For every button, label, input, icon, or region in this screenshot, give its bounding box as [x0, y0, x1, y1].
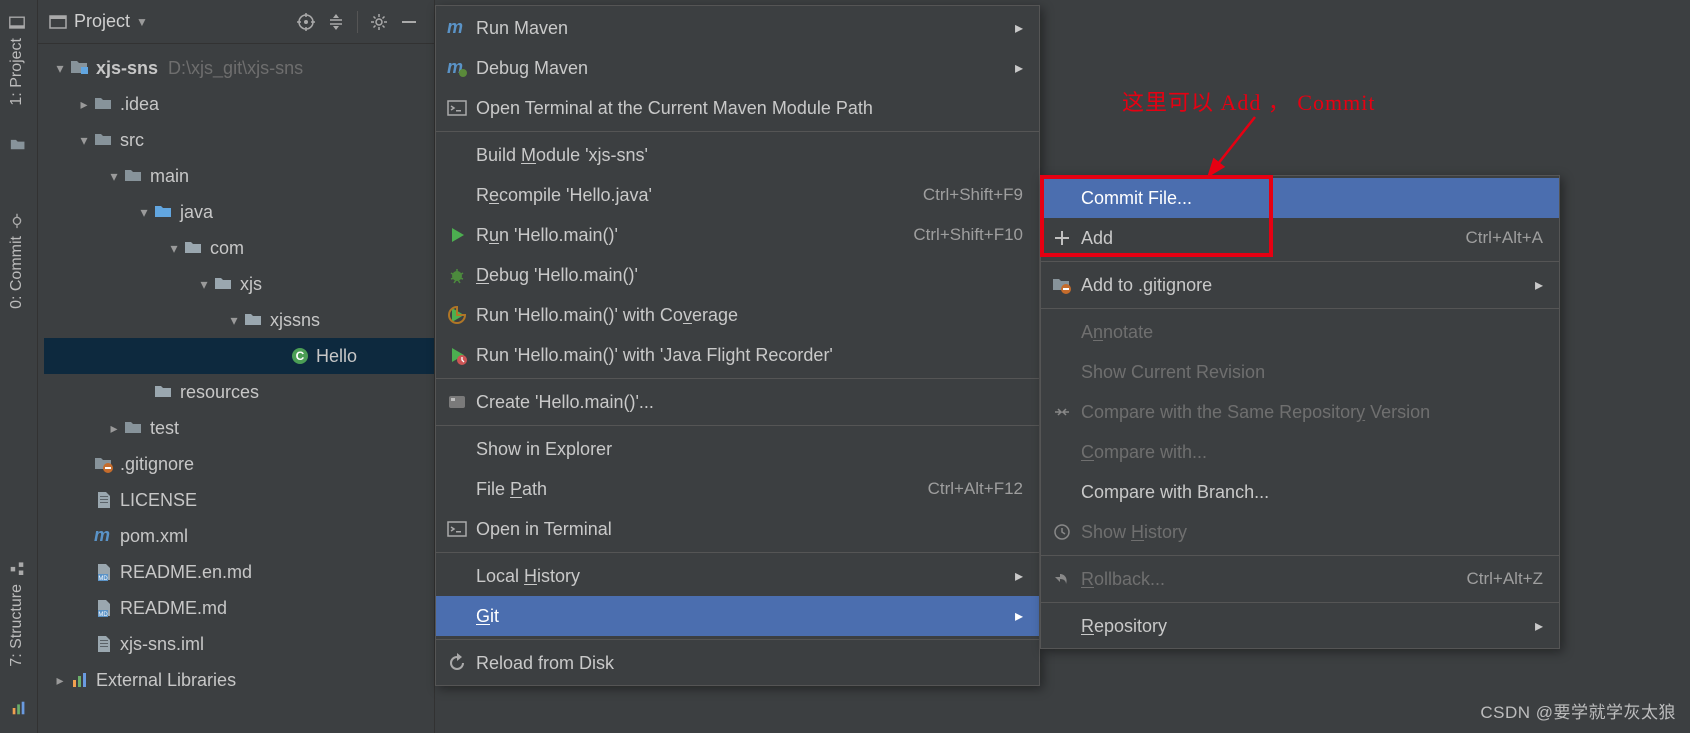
compare-icon — [1049, 402, 1075, 422]
tree-root-label: xjs-sns — [96, 58, 158, 79]
tab-folder[interactable] — [0, 128, 37, 162]
menu-add[interactable]: AddCtrl+Alt+A — [1041, 218, 1559, 258]
menu-run-maven[interactable]: Run Maven▸ — [436, 8, 1039, 48]
menu-git[interactable]: Git▸ — [436, 596, 1039, 636]
app-icon — [444, 392, 470, 412]
tree-readme-en[interactable]: README.en.md — [44, 554, 434, 590]
rollback-icon — [1049, 569, 1075, 589]
menu-show-explorer[interactable]: Show in Explorer — [436, 429, 1039, 469]
menu-run[interactable]: Run 'Hello.main()'Ctrl+Shift+F10 — [436, 215, 1039, 255]
jfr-icon — [444, 345, 470, 365]
submenu-arrow-icon: ▸ — [1015, 18, 1023, 38]
menu-compare-branch[interactable]: Compare with Branch... — [1041, 472, 1559, 512]
tree-main[interactable]: ▾main — [44, 158, 434, 194]
maven-icon — [444, 18, 470, 38]
tab-stats[interactable] — [0, 691, 38, 725]
tab-commit-label: 0: Commit — [8, 236, 26, 309]
project-pane-header: Project ▼ — [38, 0, 434, 44]
menu-file-path[interactable]: File PathCtrl+Alt+F12 — [436, 469, 1039, 509]
tree-extlib[interactable]: ▸External Libraries — [44, 662, 434, 698]
menu-compare-same: Compare with the Same Repository Version — [1041, 392, 1559, 432]
menu-annotate: Annotate — [1041, 312, 1559, 352]
tree-gitignore[interactable]: .gitignore — [44, 446, 434, 482]
menu-rollback: Rollback...Ctrl+Alt+Z — [1041, 559, 1559, 599]
menu-local-history[interactable]: Local History▸ — [436, 556, 1039, 596]
tab-project-label: 1: Project — [8, 38, 26, 106]
tree-hello[interactable]: Hello — [44, 338, 434, 374]
tree-license[interactable]: LICENSE — [44, 482, 434, 518]
menu-reload-disk[interactable]: Reload from Disk — [436, 643, 1039, 683]
submenu-arrow-icon: ▸ — [1015, 606, 1023, 626]
menu-jfr[interactable]: Run 'Hello.main()' with 'Java Flight Rec… — [436, 335, 1039, 375]
tab-structure[interactable]: 7: Structure — [0, 550, 34, 677]
tree-pom[interactable]: pom.xml — [44, 518, 434, 554]
menu-create-runconfig[interactable]: Create 'Hello.main()'... — [436, 382, 1039, 422]
watermark: CSDN @要学就学灰太狼 — [1480, 698, 1676, 723]
terminal-icon — [444, 98, 470, 118]
locate-button[interactable] — [291, 7, 321, 37]
tree-resources[interactable]: resources — [44, 374, 434, 410]
maven-debug-icon — [444, 58, 470, 78]
menu-add-gitignore[interactable]: Add to .gitignore▸ — [1041, 265, 1559, 305]
pane-title-text: Project — [74, 11, 130, 32]
context-menu-main: Run Maven▸ Debug Maven▸ Open Terminal at… — [435, 5, 1040, 686]
menu-show-revision: Show Current Revision — [1041, 352, 1559, 392]
tree-idea[interactable]: ▸.idea — [44, 86, 434, 122]
tree-xjs[interactable]: ▾xjs — [44, 266, 434, 302]
plus-icon — [1049, 228, 1075, 248]
play-icon — [444, 225, 470, 245]
menu-open-in-terminal[interactable]: Open in Terminal — [436, 509, 1039, 549]
submenu-arrow-icon: ▸ — [1015, 58, 1023, 78]
pane-title[interactable]: Project ▼ — [48, 11, 148, 32]
tree-xjssns[interactable]: ▾xjssns — [44, 302, 434, 338]
tree-root[interactable]: ▾xjs-snsD:\xjs_git\xjs-sns — [44, 50, 434, 86]
menu-recompile[interactable]: Recompile 'Hello.java'Ctrl+Shift+F9 — [436, 175, 1039, 215]
annotation-text: 这里可以 Add ， Commit — [1122, 85, 1376, 117]
menu-compare-with: Compare with... — [1041, 432, 1559, 472]
submenu-arrow-icon: ▸ — [1535, 275, 1543, 295]
menu-commit-file[interactable]: Commit File... — [1041, 178, 1559, 218]
tree-root-path: D:\xjs_git\xjs-sns — [168, 58, 303, 79]
menu-coverage[interactable]: Run 'Hello.main()' with Coverage — [436, 295, 1039, 335]
tree-java[interactable]: ▾java — [44, 194, 434, 230]
reload-icon — [444, 653, 470, 673]
tree-readme[interactable]: README.md — [44, 590, 434, 626]
tree-iml[interactable]: xjs-sns.iml — [44, 626, 434, 662]
terminal-icon — [444, 519, 470, 539]
project-tree: ▾xjs-snsD:\xjs_git\xjs-sns ▸.idea ▾src ▾… — [38, 44, 434, 698]
menu-open-terminal-maven[interactable]: Open Terminal at the Current Maven Modul… — [436, 88, 1039, 128]
tab-commit[interactable]: 0: Commit — [0, 202, 34, 319]
settings-button[interactable] — [364, 7, 394, 37]
menu-repository[interactable]: Repository▸ — [1041, 606, 1559, 646]
gitignore-icon — [1049, 275, 1075, 295]
menu-debug-maven[interactable]: Debug Maven▸ — [436, 48, 1039, 88]
clock-icon — [1049, 522, 1075, 542]
context-menu-git: Commit File... AddCtrl+Alt+A Add to .git… — [1040, 175, 1560, 649]
left-tool-gutter: 1: Project 0: Commit 7: Structure — [0, 0, 38, 733]
hide-button[interactable] — [394, 7, 424, 37]
submenu-arrow-icon: ▸ — [1015, 566, 1023, 586]
bug-icon — [444, 265, 470, 285]
tree-test[interactable]: ▸test — [44, 410, 434, 446]
menu-show-history: Show History — [1041, 512, 1559, 552]
tab-project[interactable]: 1: Project — [0, 4, 34, 116]
tree-src[interactable]: ▾src — [44, 122, 434, 158]
project-pane: Project ▼ ▾xjs-snsD:\xjs_git\xjs-sns ▸.i… — [38, 0, 435, 733]
collapse-all-button[interactable] — [321, 7, 351, 37]
coverage-icon — [444, 305, 470, 325]
tree-com[interactable]: ▾com — [44, 230, 434, 266]
menu-build-module[interactable]: Build Module 'xjs-sns' — [436, 135, 1039, 175]
tab-structure-label: 7: Structure — [8, 584, 26, 667]
menu-debug[interactable]: Debug 'Hello.main()' — [436, 255, 1039, 295]
submenu-arrow-icon: ▸ — [1535, 616, 1543, 636]
